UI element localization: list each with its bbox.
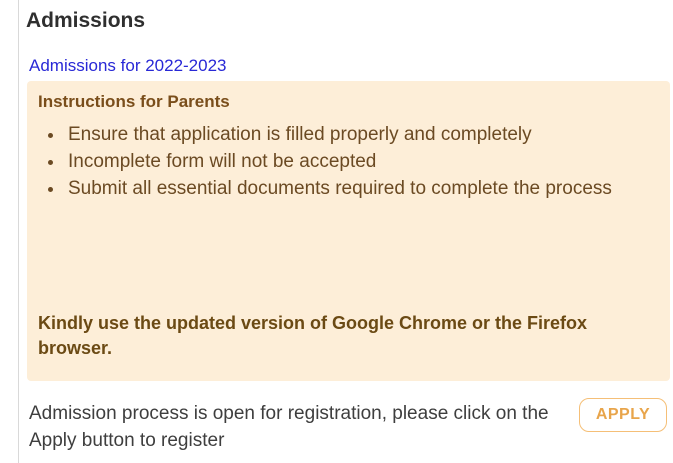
bullet-icon [48,160,53,165]
instruction-item: Incomplete form will not be accepted [38,148,658,175]
bullet-icon [48,133,53,138]
instructions-panel: Instructions for Parents Ensure that app… [27,81,670,381]
instructions-list: Ensure that application is filled proper… [38,121,658,202]
instruction-item: Submit all essential documents required … [38,175,658,202]
browser-note: Kindly use the updated version of Google… [38,313,588,358]
bullet-icon [48,187,53,192]
page-title: Admissions [26,9,146,32]
registration-message: Admission process is open for registrati… [29,403,549,451]
instruction-text: Submit all essential documents required … [68,178,612,199]
apply-button[interactable]: APPLY [579,398,667,432]
instruction-item: Ensure that application is filled proper… [38,121,658,148]
instruction-text: Incomplete form will not be accepted [68,151,377,172]
admissions-year-link[interactable]: Admissions for 2022-2023 [29,55,227,77]
instructions-title: Instructions for Parents [38,92,230,111]
instruction-text: Ensure that application is filled proper… [68,124,532,145]
